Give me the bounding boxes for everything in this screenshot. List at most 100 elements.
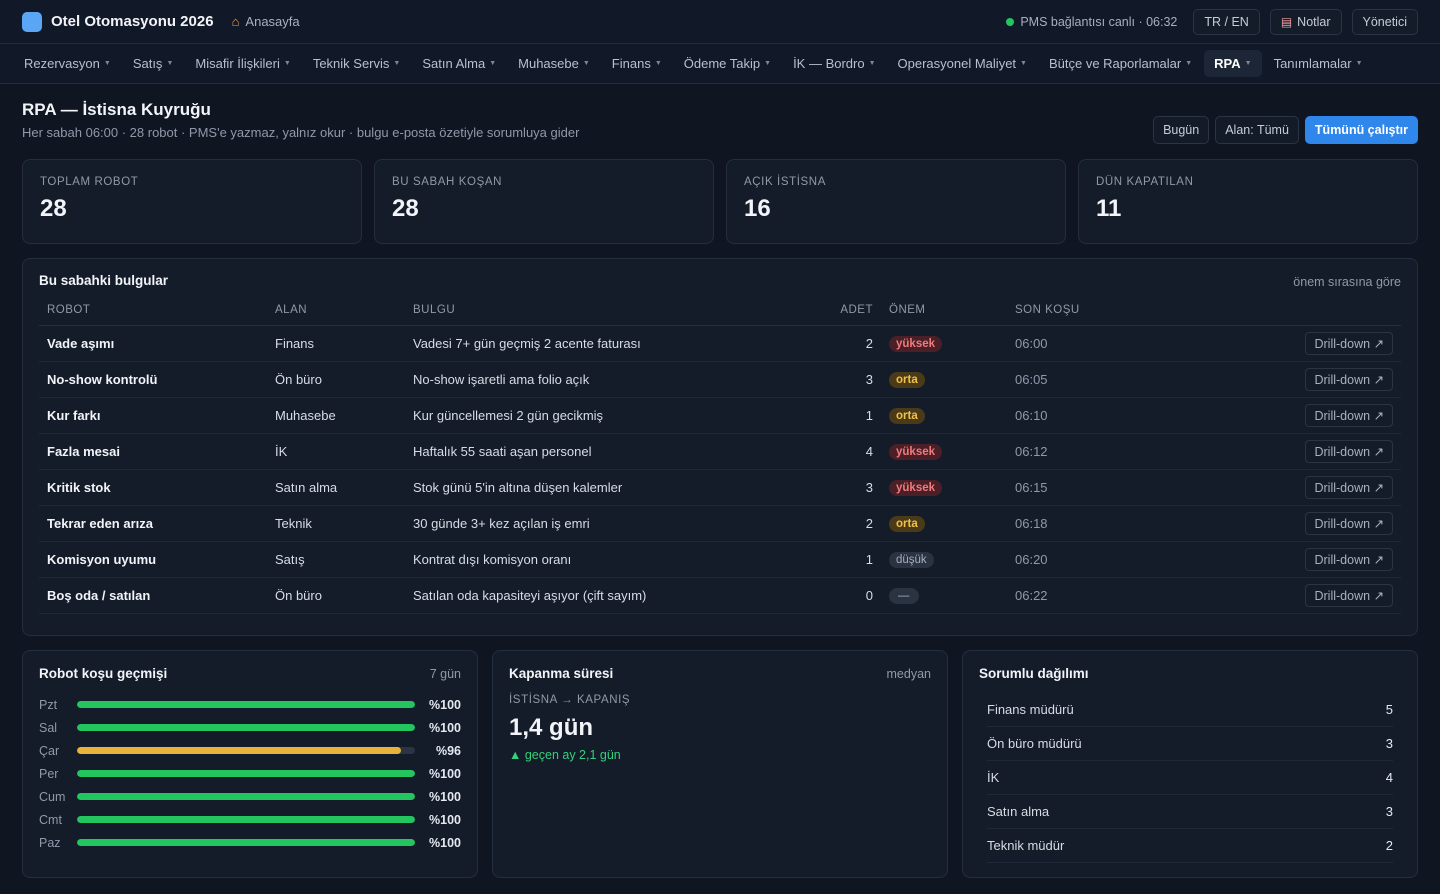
drill-down-button[interactable]: Drill-down ↗	[1305, 404, 1393, 427]
actions-cell: Drill-down ↗	[1127, 361, 1401, 398]
nav-item-sat-n-alma[interactable]: Satın Alma ▼	[412, 50, 506, 77]
connection-status: PMS bağlantısı canlı · 06:32	[1006, 15, 1177, 29]
actions-cell: Drill-down ↗	[1127, 577, 1401, 614]
run-percent-label: %100	[429, 789, 461, 804]
nav-item-b-t-e-ve-raporlamalar[interactable]: Bütçe ve Raporlamalar ▼	[1039, 50, 1202, 77]
chevron-down-icon: ▼	[103, 60, 111, 67]
drill-down-button[interactable]: Drill-down ↗	[1305, 512, 1393, 535]
run-percent-label: %100	[429, 835, 461, 850]
language-button[interactable]: TR / EN	[1193, 8, 1260, 35]
run-history-card: Robot koşu geçmişi 7 gün Pzt %100 Sal %100 Ç…	[22, 650, 478, 878]
run-history-title: Robot koşu geçmişi	[39, 666, 168, 681]
column-header-severity: ÖNEM	[881, 304, 1007, 326]
run-history-row: Pzt %100	[39, 693, 461, 716]
last-run-cell: 06:00	[1007, 325, 1127, 362]
nav-item-rezervasyon[interactable]: Rezervasyon ▼	[14, 50, 121, 77]
run-progress-track	[77, 816, 415, 823]
count-cell: 1	[825, 541, 881, 578]
run-day-label: Pzt	[39, 697, 58, 712]
last-run-cell: 06:12	[1007, 433, 1127, 470]
nav-item-operasyonel-maliyet[interactable]: Operasyonel Maliyet ▼	[888, 50, 1037, 77]
count-cell: 2	[825, 505, 881, 542]
run-day-label: Çar	[39, 743, 60, 758]
nav-item-sat[interactable]: Satış ▼	[123, 50, 184, 77]
kpi-label: AÇIK İSTİSNA	[744, 176, 826, 188]
drill-down-button[interactable]: Drill-down ↗	[1305, 476, 1393, 499]
column-header-actions	[1127, 304, 1401, 326]
nav-item-tan-mlamalar[interactable]: Tanımlamalar ▼	[1264, 50, 1373, 77]
nav-item-finans[interactable]: Finans ▼	[602, 50, 672, 77]
kpi-value: 28	[392, 195, 419, 222]
home-link[interactable]: ⌂ Anasayfa	[232, 14, 300, 29]
severity-badge: orta	[889, 372, 925, 388]
close-time-value: 1,4 gün	[509, 714, 594, 741]
today-button[interactable]: Bugün	[1153, 116, 1210, 144]
nav-item-teknik-servis[interactable]: Teknik Servis ▼	[303, 50, 411, 77]
responsible-name: Ön büro müdürü	[987, 736, 1082, 751]
nav-item-deme-takip[interactable]: Ödeme Takip ▼	[674, 50, 781, 77]
actions-cell: Drill-down ↗	[1127, 433, 1401, 470]
severity-badge: —	[889, 588, 919, 604]
finding-cell: Vadesi 7+ gün geçmiş 2 acente faturası	[405, 325, 825, 362]
robot-name-cell: Fazla mesai	[39, 433, 267, 470]
notes-button[interactable]: ▤ Notlar	[1269, 8, 1342, 35]
findings-title: Bu sabahki bulgular	[39, 273, 169, 288]
robot-name-cell: Tekrar eden arıza	[39, 505, 267, 542]
nav-item-rpa[interactable]: RPA ▼	[1204, 50, 1262, 77]
run-progress-fill	[77, 724, 415, 731]
table-row: Kritik stok Satın alma Stok günü 5'in altı…	[39, 469, 1401, 506]
drill-down-button[interactable]: Drill-down ↗	[1305, 548, 1393, 571]
findings-table: ROBOT ALAN BULGU ADET ÖNEM SON KOŞU Vade…	[39, 304, 1401, 614]
count-cell: 3	[825, 469, 881, 506]
area-filter-button[interactable]: Alan: Tümü	[1215, 116, 1299, 144]
run-day-label: Cmt	[39, 812, 62, 827]
close-time-card: Kapanma süresi medyan İSTİSNA → KAPANIŞ …	[492, 650, 948, 878]
table-row: Kur farkı Muhasebe Kur güncellemesi 2 gün …	[39, 397, 1401, 434]
user-menu-button[interactable]: Yönetici	[1351, 8, 1418, 35]
findings-sort-hint: önem sırasına göre	[1293, 275, 1401, 289]
nav-item-i-k-bordro[interactable]: İK — Bordro ▼	[783, 50, 885, 77]
chevron-down-icon: ▼	[868, 60, 876, 67]
nav-item-label: Teknik Servis	[312, 56, 390, 71]
run-progress-fill	[77, 839, 415, 846]
column-header-count: ADET	[825, 304, 881, 326]
robot-name-cell: Boş oda / satılan	[39, 577, 267, 614]
run-progress-fill	[77, 770, 415, 777]
main-nav: Rezervasyon ▼ Satış ▼ Misafir İlişkileri ▼ Tek…	[0, 44, 1440, 84]
severity-cell: yüksek	[881, 433, 1007, 470]
responsible-count: 5	[1385, 702, 1393, 717]
finding-cell: Haftalık 55 saati aşan personel	[405, 433, 825, 470]
run-progress-track	[77, 770, 415, 777]
drill-down-button[interactable]: Drill-down ↗	[1305, 368, 1393, 391]
finding-cell: Kur güncellemesi 2 gün gecikmiş	[405, 397, 825, 434]
count-cell: 2	[825, 325, 881, 362]
last-run-cell: 06:18	[1007, 505, 1127, 542]
drill-down-button[interactable]: Drill-down ↗	[1305, 440, 1393, 463]
table-row: Boş oda / satılan Ön büro Satılan oda kapa…	[39, 577, 1401, 614]
table-row: Vade aşımı Finans Vadesi 7+ gün geçmiş 2 a…	[39, 325, 1401, 362]
count-cell: 0	[825, 577, 881, 614]
run-history-row: Cum %100	[39, 785, 461, 808]
chevron-down-icon: ▼	[489, 60, 497, 67]
run-progress-fill	[77, 793, 415, 800]
chevron-down-icon: ▼	[166, 60, 174, 67]
table-row: No-show kontrolü Ön büro No-show işaretli …	[39, 361, 1401, 398]
chevron-down-icon: ▼	[283, 60, 291, 67]
drill-down-button[interactable]: Drill-down ↗	[1305, 332, 1393, 355]
last-run-cell: 06:10	[1007, 397, 1127, 434]
chevron-down-icon: ▼	[654, 60, 662, 67]
last-run-cell: 06:05	[1007, 361, 1127, 398]
severity-badge: orta	[889, 408, 925, 424]
nav-item-misafir-i-li-kileri[interactable]: Misafir İlişkileri ▼	[185, 50, 300, 77]
count-cell: 1	[825, 397, 881, 434]
run-all-button[interactable]: Tümünü çalıştır	[1304, 116, 1418, 144]
finding-cell: Kontrat dışı komisyon oranı	[405, 541, 825, 578]
column-header-finding: BULGU	[405, 304, 825, 326]
drill-down-button[interactable]: Drill-down ↗	[1305, 584, 1393, 607]
column-header-robot: ROBOT	[39, 304, 267, 326]
responsible-name: İK	[987, 770, 1000, 785]
nav-item-muhasebe[interactable]: Muhasebe ▼	[508, 50, 600, 77]
responsible-count: 4	[1385, 770, 1393, 785]
run-percent-label: %100	[429, 766, 461, 781]
run-progress-track	[77, 747, 415, 754]
